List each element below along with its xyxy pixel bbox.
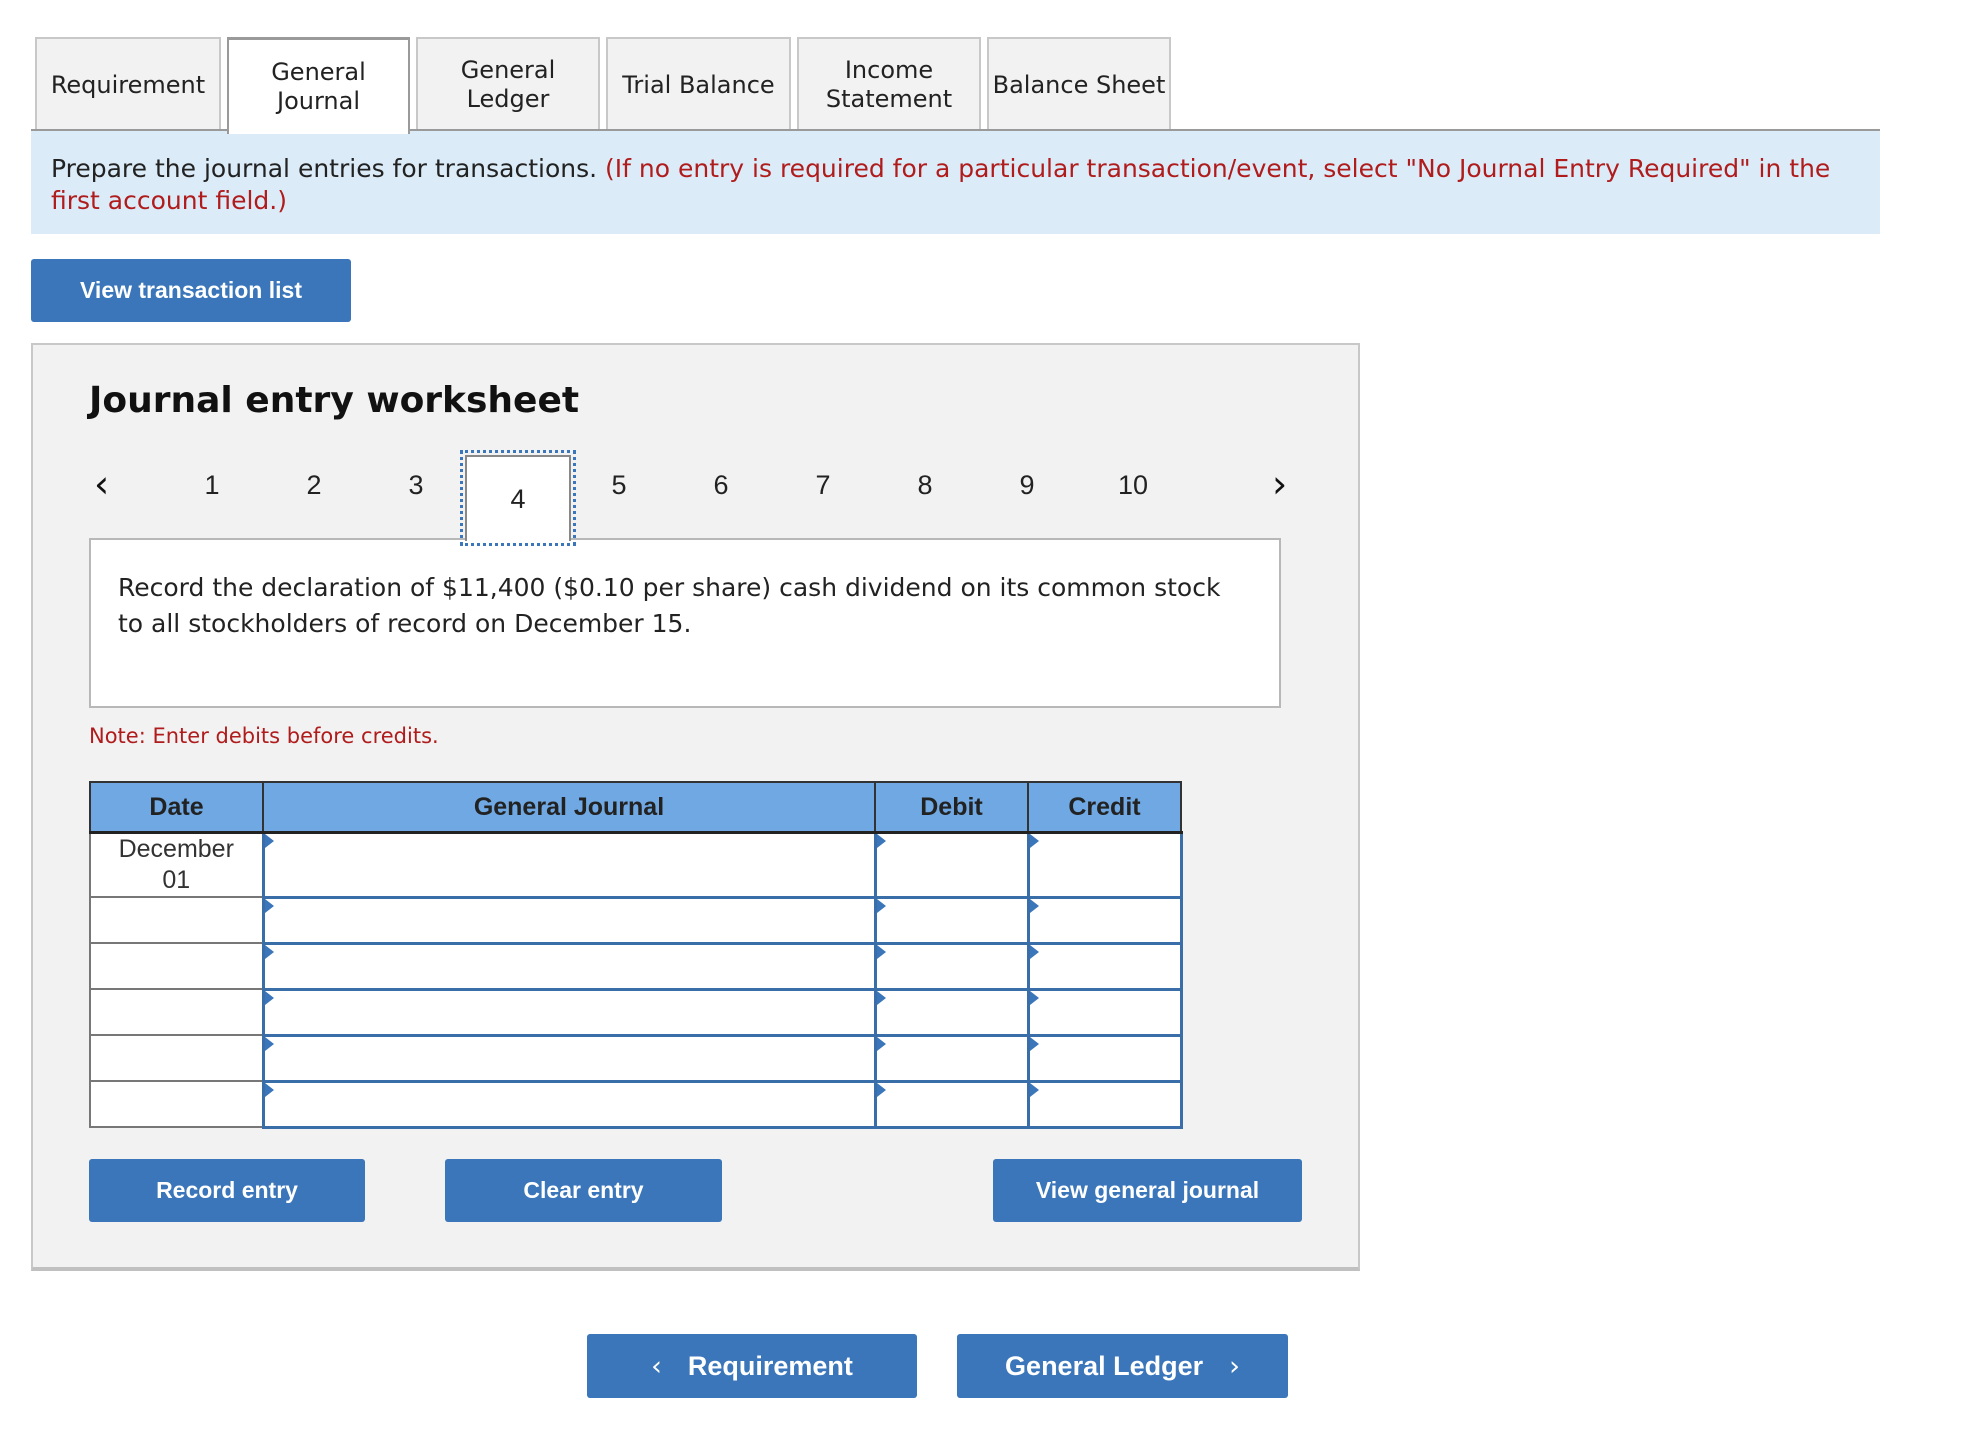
date-cell xyxy=(89,988,264,1036)
worksheet-title: Journal entry worksheet xyxy=(89,380,580,421)
table-row xyxy=(89,941,1184,991)
date-cell xyxy=(89,942,264,990)
clear-entry-button[interactable]: Clear entry xyxy=(445,1159,722,1222)
credit-input[interactable] xyxy=(1029,855,1184,873)
table-row xyxy=(89,1033,1184,1083)
record-entry-button[interactable]: Record entry xyxy=(89,1159,365,1222)
credit-input-cell[interactable] xyxy=(1026,1033,1184,1083)
general-journal-table: Date General Journal Debit Credit Decemb… xyxy=(89,781,1184,1129)
prev-requirement-label: Requirement xyxy=(687,1350,853,1381)
debit-input[interactable] xyxy=(876,957,1031,974)
debit-input-cell[interactable] xyxy=(873,1033,1031,1083)
page-5[interactable]: 5 xyxy=(599,470,639,501)
tab-income-statement[interactable]: Income Statement xyxy=(797,37,981,131)
page-6[interactable]: 6 xyxy=(701,470,741,501)
debit-input[interactable] xyxy=(876,911,1031,928)
page-10[interactable]: 10 xyxy=(1110,470,1156,501)
page-4-active[interactable]: 4 xyxy=(460,450,576,546)
table-row xyxy=(89,895,1184,945)
view-transaction-list-button[interactable]: View transaction list xyxy=(31,259,351,322)
credit-input[interactable] xyxy=(1029,1049,1184,1066)
page-8[interactable]: 8 xyxy=(905,470,945,501)
account-input[interactable] xyxy=(264,1095,878,1112)
account-input-cell[interactable] xyxy=(261,895,878,945)
header-credit: Credit xyxy=(1027,781,1182,834)
page-7[interactable]: 7 xyxy=(803,470,843,501)
next-general-ledger-label: General Ledger xyxy=(1005,1350,1204,1381)
debit-input[interactable] xyxy=(876,1095,1031,1112)
credit-input-cell[interactable] xyxy=(1026,831,1184,899)
next-general-ledger-button[interactable]: General Ledger › xyxy=(957,1334,1288,1398)
page-3[interactable]: 3 xyxy=(396,470,436,501)
account-input-cell[interactable] xyxy=(261,1033,878,1083)
tab-requirement[interactable]: Requirement xyxy=(35,37,221,131)
debit-input-cell[interactable] xyxy=(873,895,1031,945)
debit-input[interactable] xyxy=(876,1049,1031,1066)
header-date: Date xyxy=(89,781,264,834)
date-cell xyxy=(89,1034,264,1082)
tab-general-ledger[interactable]: General Ledger xyxy=(416,37,600,131)
account-input[interactable] xyxy=(264,1003,878,1020)
date-cell xyxy=(89,896,264,944)
credit-input-cell[interactable] xyxy=(1026,1079,1184,1129)
account-input-cell[interactable] xyxy=(261,831,878,899)
account-input-cell[interactable] xyxy=(261,941,878,991)
page-9[interactable]: 9 xyxy=(1007,470,1047,501)
account-input-cell[interactable] xyxy=(261,987,878,1037)
credit-input-cell[interactable] xyxy=(1026,895,1184,945)
instruction-text: Prepare the journal entries for transact… xyxy=(51,154,606,183)
credit-input[interactable] xyxy=(1029,1095,1184,1112)
credit-input-cell[interactable] xyxy=(1026,987,1184,1037)
debit-input[interactable] xyxy=(876,855,1031,873)
prev-requirement-button[interactable]: ‹ Requirement xyxy=(587,1334,917,1398)
instruction-banner: Prepare the journal entries for transact… xyxy=(31,131,1880,234)
table-row: December 01 xyxy=(89,831,1184,899)
credit-input-cell[interactable] xyxy=(1026,941,1184,991)
chevron-right-icon[interactable]: › xyxy=(1272,462,1287,506)
tab-balance-sheet[interactable]: Balance Sheet xyxy=(987,37,1171,131)
header-debit: Debit xyxy=(874,781,1029,834)
account-input-cell[interactable] xyxy=(261,1079,878,1129)
date-cell xyxy=(89,1080,264,1128)
tab-general-journal[interactable]: General Journal xyxy=(227,37,410,134)
header-general-journal: General Journal xyxy=(262,781,876,834)
credit-input[interactable] xyxy=(1029,911,1184,928)
chevron-left-icon: ‹ xyxy=(651,1350,662,1382)
debit-input-cell[interactable] xyxy=(873,1079,1031,1129)
debit-input[interactable] xyxy=(876,1003,1031,1020)
account-input[interactable] xyxy=(264,1049,878,1066)
date-cell: December 01 xyxy=(89,831,264,898)
page-1[interactable]: 1 xyxy=(192,470,232,501)
debit-input-cell[interactable] xyxy=(873,831,1031,899)
chevron-right-icon: › xyxy=(1229,1350,1240,1382)
tab-trial-balance[interactable]: Trial Balance xyxy=(606,37,791,131)
account-input[interactable] xyxy=(264,855,878,873)
table-row xyxy=(89,1079,1184,1129)
debit-input-cell[interactable] xyxy=(873,987,1031,1037)
page-2[interactable]: 2 xyxy=(294,470,334,501)
account-input[interactable] xyxy=(264,957,878,974)
credit-input[interactable] xyxy=(1029,957,1184,974)
debits-note: Note: Enter debits before credits. xyxy=(89,724,439,748)
table-row xyxy=(89,987,1184,1037)
debit-input-cell[interactable] xyxy=(873,941,1031,991)
credit-input[interactable] xyxy=(1029,1003,1184,1020)
chevron-left-icon[interactable]: ‹ xyxy=(94,462,109,506)
account-input[interactable] xyxy=(264,911,878,928)
view-general-journal-button[interactable]: View general journal xyxy=(993,1159,1302,1222)
transaction-description: Record the declaration of $11,400 ($0.10… xyxy=(89,538,1281,708)
